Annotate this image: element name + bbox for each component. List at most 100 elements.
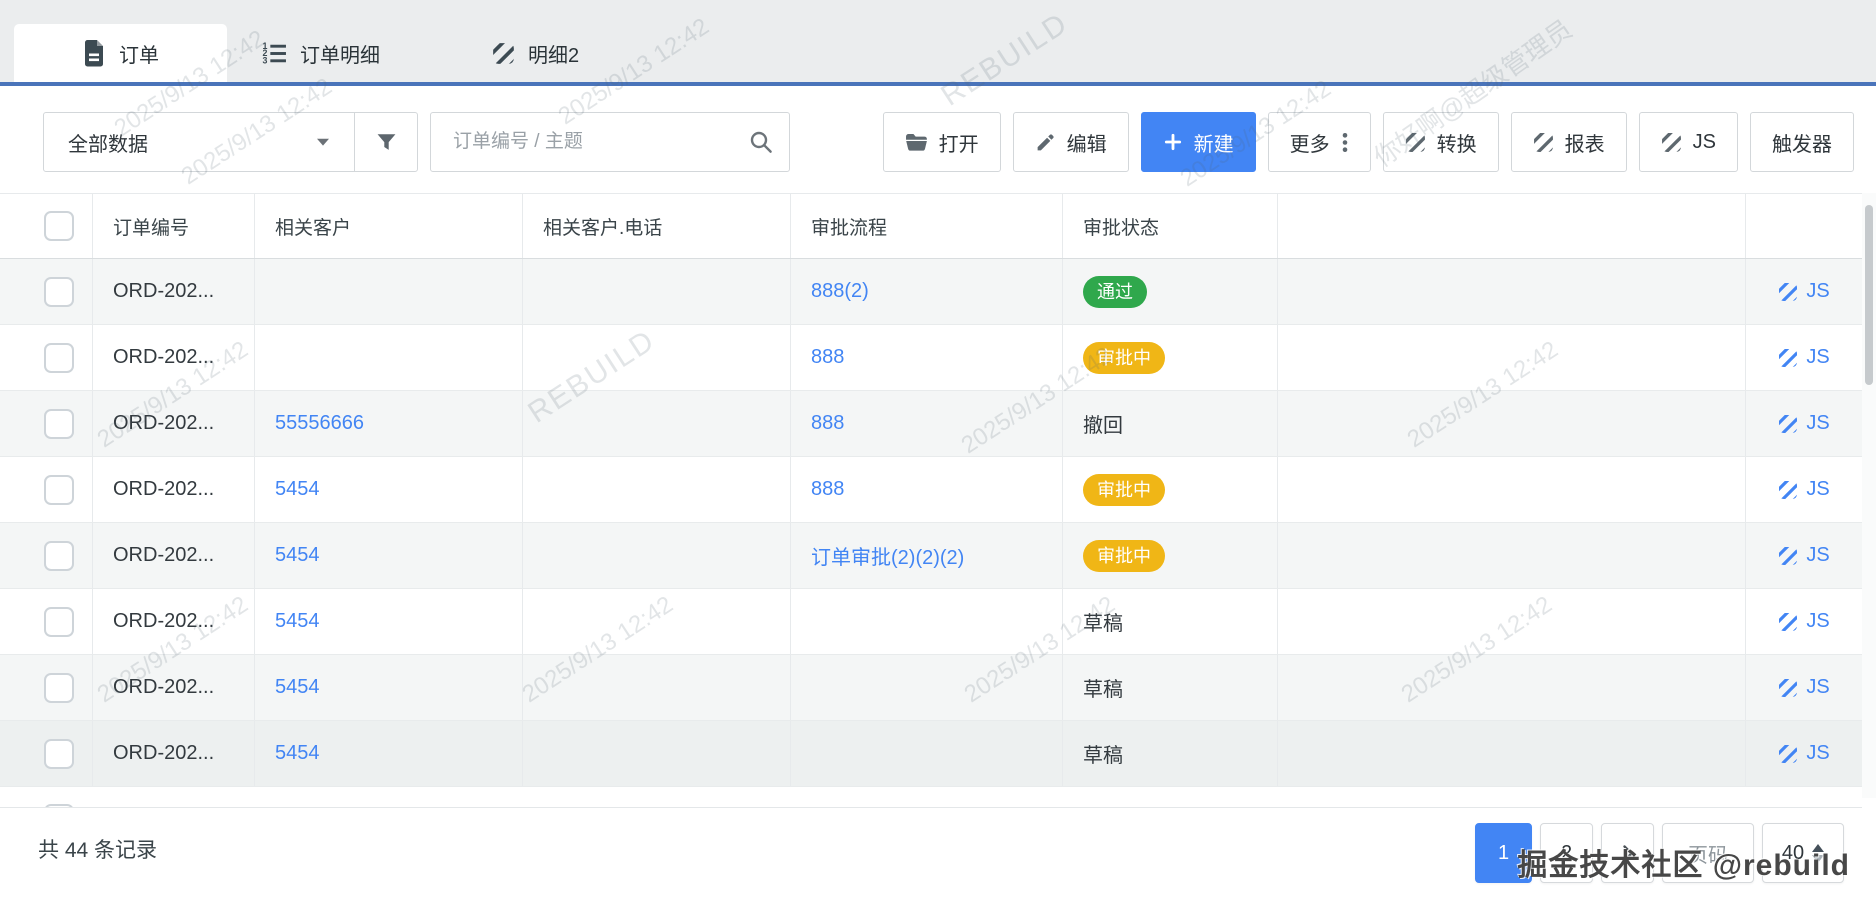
scrollbar-thumb[interactable] — [1865, 205, 1873, 385]
approval-flow-link[interactable]: 888 — [811, 478, 844, 501]
toolbar: 全部数据 打开 编辑 新建 更多 — [0, 86, 1876, 193]
open-button[interactable]: 打开 — [882, 112, 1001, 172]
order-no-text: ORD-202... — [113, 412, 215, 434]
tab-bar: 订单 订单明细 明细2 — [0, 0, 1876, 82]
customer-link[interactable]: 5454 — [275, 610, 320, 633]
table-row[interactable]: ORD-202... 888 审批中 JS — [0, 325, 1862, 391]
cell-customer: 5454 — [255, 523, 523, 588]
tab-order[interactable]: 订单 — [14, 24, 227, 82]
vertical-scrollbar[interactable] — [1862, 193, 1876, 798]
customer-link[interactable]: 5454 — [275, 676, 320, 699]
advanced-filter-button[interactable] — [354, 112, 418, 172]
striped-entity-icon — [1778, 744, 1798, 764]
row-select-cell — [0, 655, 93, 720]
cell-customer-phone — [523, 391, 791, 456]
customer-link[interactable]: 5454 — [275, 544, 320, 567]
convert-button-label: 转换 — [1436, 133, 1477, 156]
cell-empty — [1278, 259, 1746, 324]
approval-flow-link[interactable]: 888 — [811, 412, 844, 435]
page-1-button[interactable]: 1 — [1475, 823, 1532, 883]
cell-approval-status: 草稿 — [1063, 721, 1278, 786]
row-js-action[interactable]: JS — [1746, 457, 1862, 522]
order-no-text: ORD-202... — [113, 742, 215, 764]
table-row[interactable]: ORD-202... 888(2) 通过 JS — [0, 259, 1862, 325]
approval-flow-link[interactable]: 888 — [811, 346, 844, 369]
customer-link[interactable]: 55556666 — [275, 412, 364, 435]
row-checkbox[interactable] — [44, 276, 74, 307]
row-js-action[interactable]: JS — [1746, 655, 1862, 720]
row-js-action[interactable]: JS — [1746, 721, 1862, 786]
order-no-text: ORD-202... — [113, 610, 215, 632]
row-js-action[interactable]: JS — [1746, 259, 1862, 324]
row-checkbox[interactable] — [44, 672, 74, 703]
striped-entity-icon — [1778, 282, 1798, 302]
stepper-arrows-icon[interactable] — [1812, 843, 1825, 863]
search-icon[interactable] — [749, 130, 773, 154]
cell-approval-status: 草稿 — [1063, 655, 1278, 720]
row-select-cell — [0, 325, 93, 390]
vertical-dots-icon — [1341, 131, 1349, 154]
order-no-text: ORD-202... — [113, 676, 215, 698]
cell-approval-flow — [791, 589, 1063, 654]
js-button[interactable]: JS — [1638, 112, 1738, 172]
trigger-button[interactable]: 触发器 — [1750, 112, 1854, 172]
row-checkbox[interactable] — [44, 342, 74, 373]
table-row[interactable]: ORD-202... 5454 草稿 JS — [0, 655, 1862, 721]
cell-empty — [1278, 325, 1746, 390]
page-size-stepper[interactable]: 40 — [1762, 823, 1844, 883]
search-input[interactable] — [451, 130, 737, 154]
row-checkbox[interactable] — [44, 540, 74, 571]
tab-order-detail-label: 订单明细 — [300, 44, 380, 67]
table-row[interactable]: ORD-202... 5454 草稿 JS — [0, 721, 1862, 787]
create-button[interactable]: 新建 — [1140, 112, 1256, 172]
table-row[interactable]: ORD-202... 5454 草稿 JS — [0, 589, 1862, 655]
row-checkbox[interactable] — [44, 474, 74, 505]
column-header-label: 审批流程 — [811, 217, 888, 239]
row-checkbox[interactable] — [44, 738, 74, 769]
tab-order-label: 订单 — [119, 44, 159, 67]
tab-detail2-label: 明细2 — [528, 44, 580, 67]
row-select-cell — [0, 259, 93, 324]
striped-entity-icon — [1405, 132, 1426, 153]
table-row[interactable]: ORD-202... 5454 订单审批(2)(2)(2) 审批中 JS — [0, 523, 1862, 589]
row-js-action[interactable]: JS — [1746, 325, 1862, 390]
row-js-action[interactable]: JS — [1746, 391, 1862, 456]
cell-customer: 5454 — [255, 589, 523, 654]
create-button-label: 新建 — [1193, 133, 1234, 156]
cell-empty — [1278, 523, 1746, 588]
edit-button-label: 编辑 — [1066, 133, 1107, 156]
column-header: 相关客户.电话 — [523, 194, 791, 258]
js-action-label: JS — [1806, 478, 1830, 500]
customer-link[interactable]: 5454 — [275, 478, 320, 501]
row-checkbox[interactable] — [44, 408, 74, 439]
report-button[interactable]: 报表 — [1510, 112, 1627, 172]
striped-entity-icon — [1778, 414, 1798, 434]
cell-customer: 5454 — [255, 457, 523, 522]
tab-order-detail[interactable]: 订单明细 — [262, 24, 380, 82]
row-js-action[interactable]: JS — [1746, 523, 1862, 588]
column-header: 审批状态 — [1063, 194, 1278, 258]
page-jump-button[interactable]: 页码 — [1662, 823, 1754, 883]
data-filter-select[interactable]: 全部数据 — [43, 112, 355, 172]
page-2-button[interactable]: 2 — [1540, 823, 1593, 883]
js-button-label: JS — [1692, 130, 1716, 153]
convert-button[interactable]: 转换 — [1382, 112, 1499, 172]
approval-flow-link[interactable]: 888(2) — [811, 280, 869, 303]
plus-icon — [1163, 132, 1183, 152]
tab-detail2[interactable]: 明细2 — [492, 24, 579, 82]
cell-approval-status: 审批中 — [1063, 523, 1278, 588]
customer-link[interactable]: 5454 — [275, 742, 320, 765]
select-all-checkbox[interactable] — [44, 211, 74, 241]
status-text: 草稿 — [1083, 745, 1123, 767]
cell-approval-status: 通过 — [1063, 259, 1278, 324]
row-checkbox[interactable] — [44, 804, 74, 807]
js-action-label: JS — [1806, 346, 1830, 368]
next-page-button[interactable] — [1601, 823, 1654, 883]
row-checkbox[interactable] — [44, 606, 74, 637]
table-row[interactable]: ORD-202... 55556666 888 撤回 JS — [0, 391, 1862, 457]
more-button[interactable]: 更多 — [1267, 112, 1371, 172]
edit-button[interactable]: 编辑 — [1012, 112, 1129, 172]
approval-flow-link[interactable]: 订单审批(2)(2)(2) — [811, 541, 964, 570]
table-row[interactable]: ORD-202... 5454 888 审批中 JS — [0, 457, 1862, 523]
row-js-action[interactable]: JS — [1746, 589, 1862, 654]
